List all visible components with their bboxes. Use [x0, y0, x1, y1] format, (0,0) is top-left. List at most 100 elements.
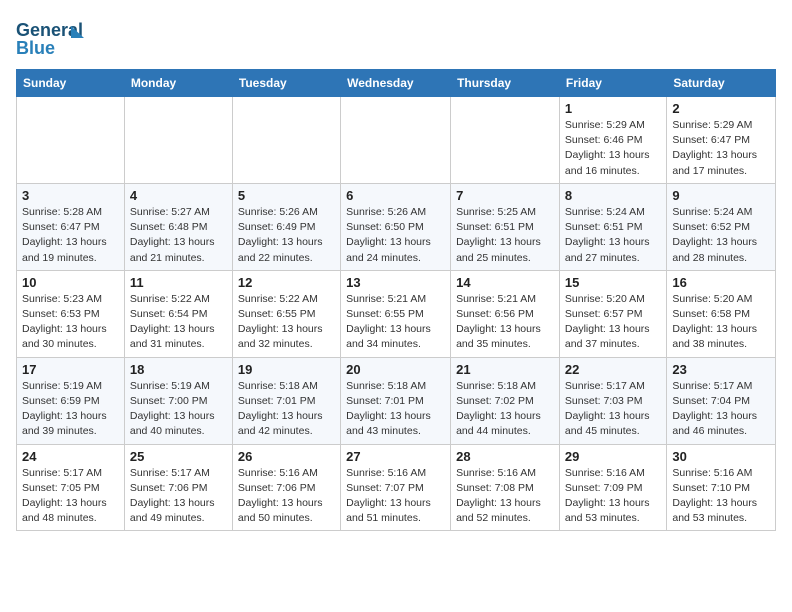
day-info: Sunrise: 5:21 AM Sunset: 6:55 PM Dayligh… [346, 292, 445, 353]
calendar-cell: 8 Sunrise: 5:24 AM Sunset: 6:51 PM Daylig… [559, 183, 666, 270]
calendar-cell: 26 Sunrise: 5:16 AM Sunset: 7:06 PM Dayli… [232, 444, 340, 531]
day-info: Sunrise: 5:27 AM Sunset: 6:48 PM Dayligh… [130, 205, 227, 266]
day-info: Sunrise: 5:19 AM Sunset: 7:00 PM Dayligh… [130, 379, 227, 440]
day-info: Sunrise: 5:16 AM Sunset: 7:07 PM Dayligh… [346, 466, 445, 527]
day-info: Sunrise: 5:24 AM Sunset: 6:52 PM Dayligh… [672, 205, 770, 266]
day-number: 15 [565, 275, 661, 290]
calendar-cell: 1 Sunrise: 5:29 AM Sunset: 6:46 PM Daylig… [559, 97, 666, 184]
weekday-header-saturday: Saturday [667, 70, 776, 97]
day-number: 4 [130, 188, 227, 203]
calendar-cell: 19Sunrise: 5:18 AM Sunset: 7:01 PM Dayli… [232, 357, 340, 444]
calendar-cell: 12 Sunrise: 5:22 AM Sunset: 6:55 PM Dayli… [232, 270, 340, 357]
calendar-cell: 16Sunrise: 5:20 AM Sunset: 6:58 PM Dayli… [667, 270, 776, 357]
calendar-cell: 23 Sunrise: 5:17 AM Sunset: 7:04 PM Dayli… [667, 357, 776, 444]
calendar-cell: 11 Sunrise: 5:22 AM Sunset: 6:54 PM Dayli… [124, 270, 232, 357]
calendar-body: 1 Sunrise: 5:29 AM Sunset: 6:46 PM Daylig… [17, 97, 776, 531]
calendar-cell: 15 Sunrise: 5:20 AM Sunset: 6:57 PM Dayli… [559, 270, 666, 357]
calendar-cell: 20Sunrise: 5:18 AM Sunset: 7:01 PM Dayli… [341, 357, 451, 444]
calendar-cell: 10 Sunrise: 5:23 AM Sunset: 6:53 PM Dayli… [17, 270, 125, 357]
day-number: 30 [672, 449, 770, 464]
day-info: Sunrise: 5:17 AM Sunset: 7:06 PM Dayligh… [130, 466, 227, 527]
day-info: Sunrise: 5:18 AM Sunset: 7:01 PM Dayligh… [346, 379, 445, 440]
day-info: Sunrise: 5:16 AM Sunset: 7:08 PM Dayligh… [456, 466, 554, 527]
day-number: 23 [672, 362, 770, 377]
calendar-cell: 14 Sunrise: 5:21 AM Sunset: 6:56 PM Dayli… [451, 270, 560, 357]
weekday-row: SundayMondayTuesdayWednesdayThursdayFrid… [17, 70, 776, 97]
weekday-header-wednesday: Wednesday [341, 70, 451, 97]
day-number: 12 [238, 275, 335, 290]
calendar-header: SundayMondayTuesdayWednesdayThursdayFrid… [17, 70, 776, 97]
calendar-cell: 13 Sunrise: 5:21 AM Sunset: 6:55 PM Dayli… [341, 270, 451, 357]
day-number: 11 [130, 275, 227, 290]
day-info: Sunrise: 5:21 AM Sunset: 6:56 PM Dayligh… [456, 292, 554, 353]
day-info: Sunrise: 5:16 AM Sunset: 7:06 PM Dayligh… [238, 466, 335, 527]
calendar-cell: 2 Sunrise: 5:29 AM Sunset: 6:47 PM Daylig… [667, 97, 776, 184]
day-number: 28 [456, 449, 554, 464]
day-info: Sunrise: 5:17 AM Sunset: 7:05 PM Dayligh… [22, 466, 119, 527]
day-number: 10 [22, 275, 119, 290]
weekday-header-tuesday: Tuesday [232, 70, 340, 97]
week-row-1: 1 Sunrise: 5:29 AM Sunset: 6:46 PM Daylig… [17, 97, 776, 184]
calendar-cell [341, 97, 451, 184]
calendar-cell [17, 97, 125, 184]
day-number: 1 [565, 101, 661, 116]
week-row-2: 3 Sunrise: 5:28 AM Sunset: 6:47 PM Daylig… [17, 183, 776, 270]
day-number: 24 [22, 449, 119, 464]
day-info: Sunrise: 5:16 AM Sunset: 7:10 PM Dayligh… [672, 466, 770, 527]
weekday-header-thursday: Thursday [451, 70, 560, 97]
day-info: Sunrise: 5:18 AM Sunset: 7:02 PM Dayligh… [456, 379, 554, 440]
calendar-cell: 7Sunrise: 5:25 AM Sunset: 6:51 PM Daylig… [451, 183, 560, 270]
day-number: 21 [456, 362, 554, 377]
day-number: 14 [456, 275, 554, 290]
calendar-cell: 9 Sunrise: 5:24 AM Sunset: 6:52 PM Daylig… [667, 183, 776, 270]
day-number: 18 [130, 362, 227, 377]
day-info: Sunrise: 5:22 AM Sunset: 6:54 PM Dayligh… [130, 292, 227, 353]
calendar-cell: 3 Sunrise: 5:28 AM Sunset: 6:47 PM Daylig… [17, 183, 125, 270]
day-info: Sunrise: 5:19 AM Sunset: 6:59 PM Dayligh… [22, 379, 119, 440]
weekday-header-sunday: Sunday [17, 70, 125, 97]
weekday-header-friday: Friday [559, 70, 666, 97]
calendar-cell: 22 Sunrise: 5:17 AM Sunset: 7:03 PM Dayli… [559, 357, 666, 444]
day-number: 13 [346, 275, 445, 290]
day-number: 22 [565, 362, 661, 377]
calendar-cell: 24 Sunrise: 5:17 AM Sunset: 7:05 PM Dayli… [17, 444, 125, 531]
day-number: 6 [346, 188, 445, 203]
day-number: 16 [672, 275, 770, 290]
day-info: Sunrise: 5:20 AM Sunset: 6:57 PM Dayligh… [565, 292, 661, 353]
day-info: Sunrise: 5:25 AM Sunset: 6:51 PM Dayligh… [456, 205, 554, 266]
day-info: Sunrise: 5:22 AM Sunset: 6:55 PM Dayligh… [238, 292, 335, 353]
calendar-cell: 5Sunrise: 5:26 AM Sunset: 6:49 PM Daylig… [232, 183, 340, 270]
day-info: Sunrise: 5:18 AM Sunset: 7:01 PM Dayligh… [238, 379, 335, 440]
day-info: Sunrise: 5:16 AM Sunset: 7:09 PM Dayligh… [565, 466, 661, 527]
logo-icon: GeneralBlue [16, 16, 86, 61]
calendar-cell [232, 97, 340, 184]
day-number: 2 [672, 101, 770, 116]
week-row-5: 24 Sunrise: 5:17 AM Sunset: 7:05 PM Dayli… [17, 444, 776, 531]
logo: GeneralBlue [16, 16, 86, 61]
calendar-cell: 28 Sunrise: 5:16 AM Sunset: 7:08 PM Dayli… [451, 444, 560, 531]
day-info: Sunrise: 5:17 AM Sunset: 7:03 PM Dayligh… [565, 379, 661, 440]
calendar-cell: 21 Sunrise: 5:18 AM Sunset: 7:02 PM Dayli… [451, 357, 560, 444]
day-info: Sunrise: 5:29 AM Sunset: 6:47 PM Dayligh… [672, 118, 770, 179]
week-row-3: 10 Sunrise: 5:23 AM Sunset: 6:53 PM Dayli… [17, 270, 776, 357]
day-number: 27 [346, 449, 445, 464]
calendar: SundayMondayTuesdayWednesdayThursdayFrid… [16, 69, 776, 531]
day-info: Sunrise: 5:26 AM Sunset: 6:49 PM Dayligh… [238, 205, 335, 266]
day-info: Sunrise: 5:29 AM Sunset: 6:46 PM Dayligh… [565, 118, 661, 179]
day-number: 25 [130, 449, 227, 464]
day-number: 29 [565, 449, 661, 464]
day-number: 26 [238, 449, 335, 464]
day-number: 17 [22, 362, 119, 377]
calendar-cell: 29 Sunrise: 5:16 AM Sunset: 7:09 PM Dayli… [559, 444, 666, 531]
day-number: 8 [565, 188, 661, 203]
day-info: Sunrise: 5:23 AM Sunset: 6:53 PM Dayligh… [22, 292, 119, 353]
day-info: Sunrise: 5:28 AM Sunset: 6:47 PM Dayligh… [22, 205, 119, 266]
calendar-cell [124, 97, 232, 184]
day-number: 3 [22, 188, 119, 203]
calendar-cell: 17 Sunrise: 5:19 AM Sunset: 6:59 PM Dayli… [17, 357, 125, 444]
day-number: 9 [672, 188, 770, 203]
day-info: Sunrise: 5:24 AM Sunset: 6:51 PM Dayligh… [565, 205, 661, 266]
day-info: Sunrise: 5:17 AM Sunset: 7:04 PM Dayligh… [672, 379, 770, 440]
calendar-cell: 6Sunrise: 5:26 AM Sunset: 6:50 PM Daylig… [341, 183, 451, 270]
week-row-4: 17 Sunrise: 5:19 AM Sunset: 6:59 PM Dayli… [17, 357, 776, 444]
